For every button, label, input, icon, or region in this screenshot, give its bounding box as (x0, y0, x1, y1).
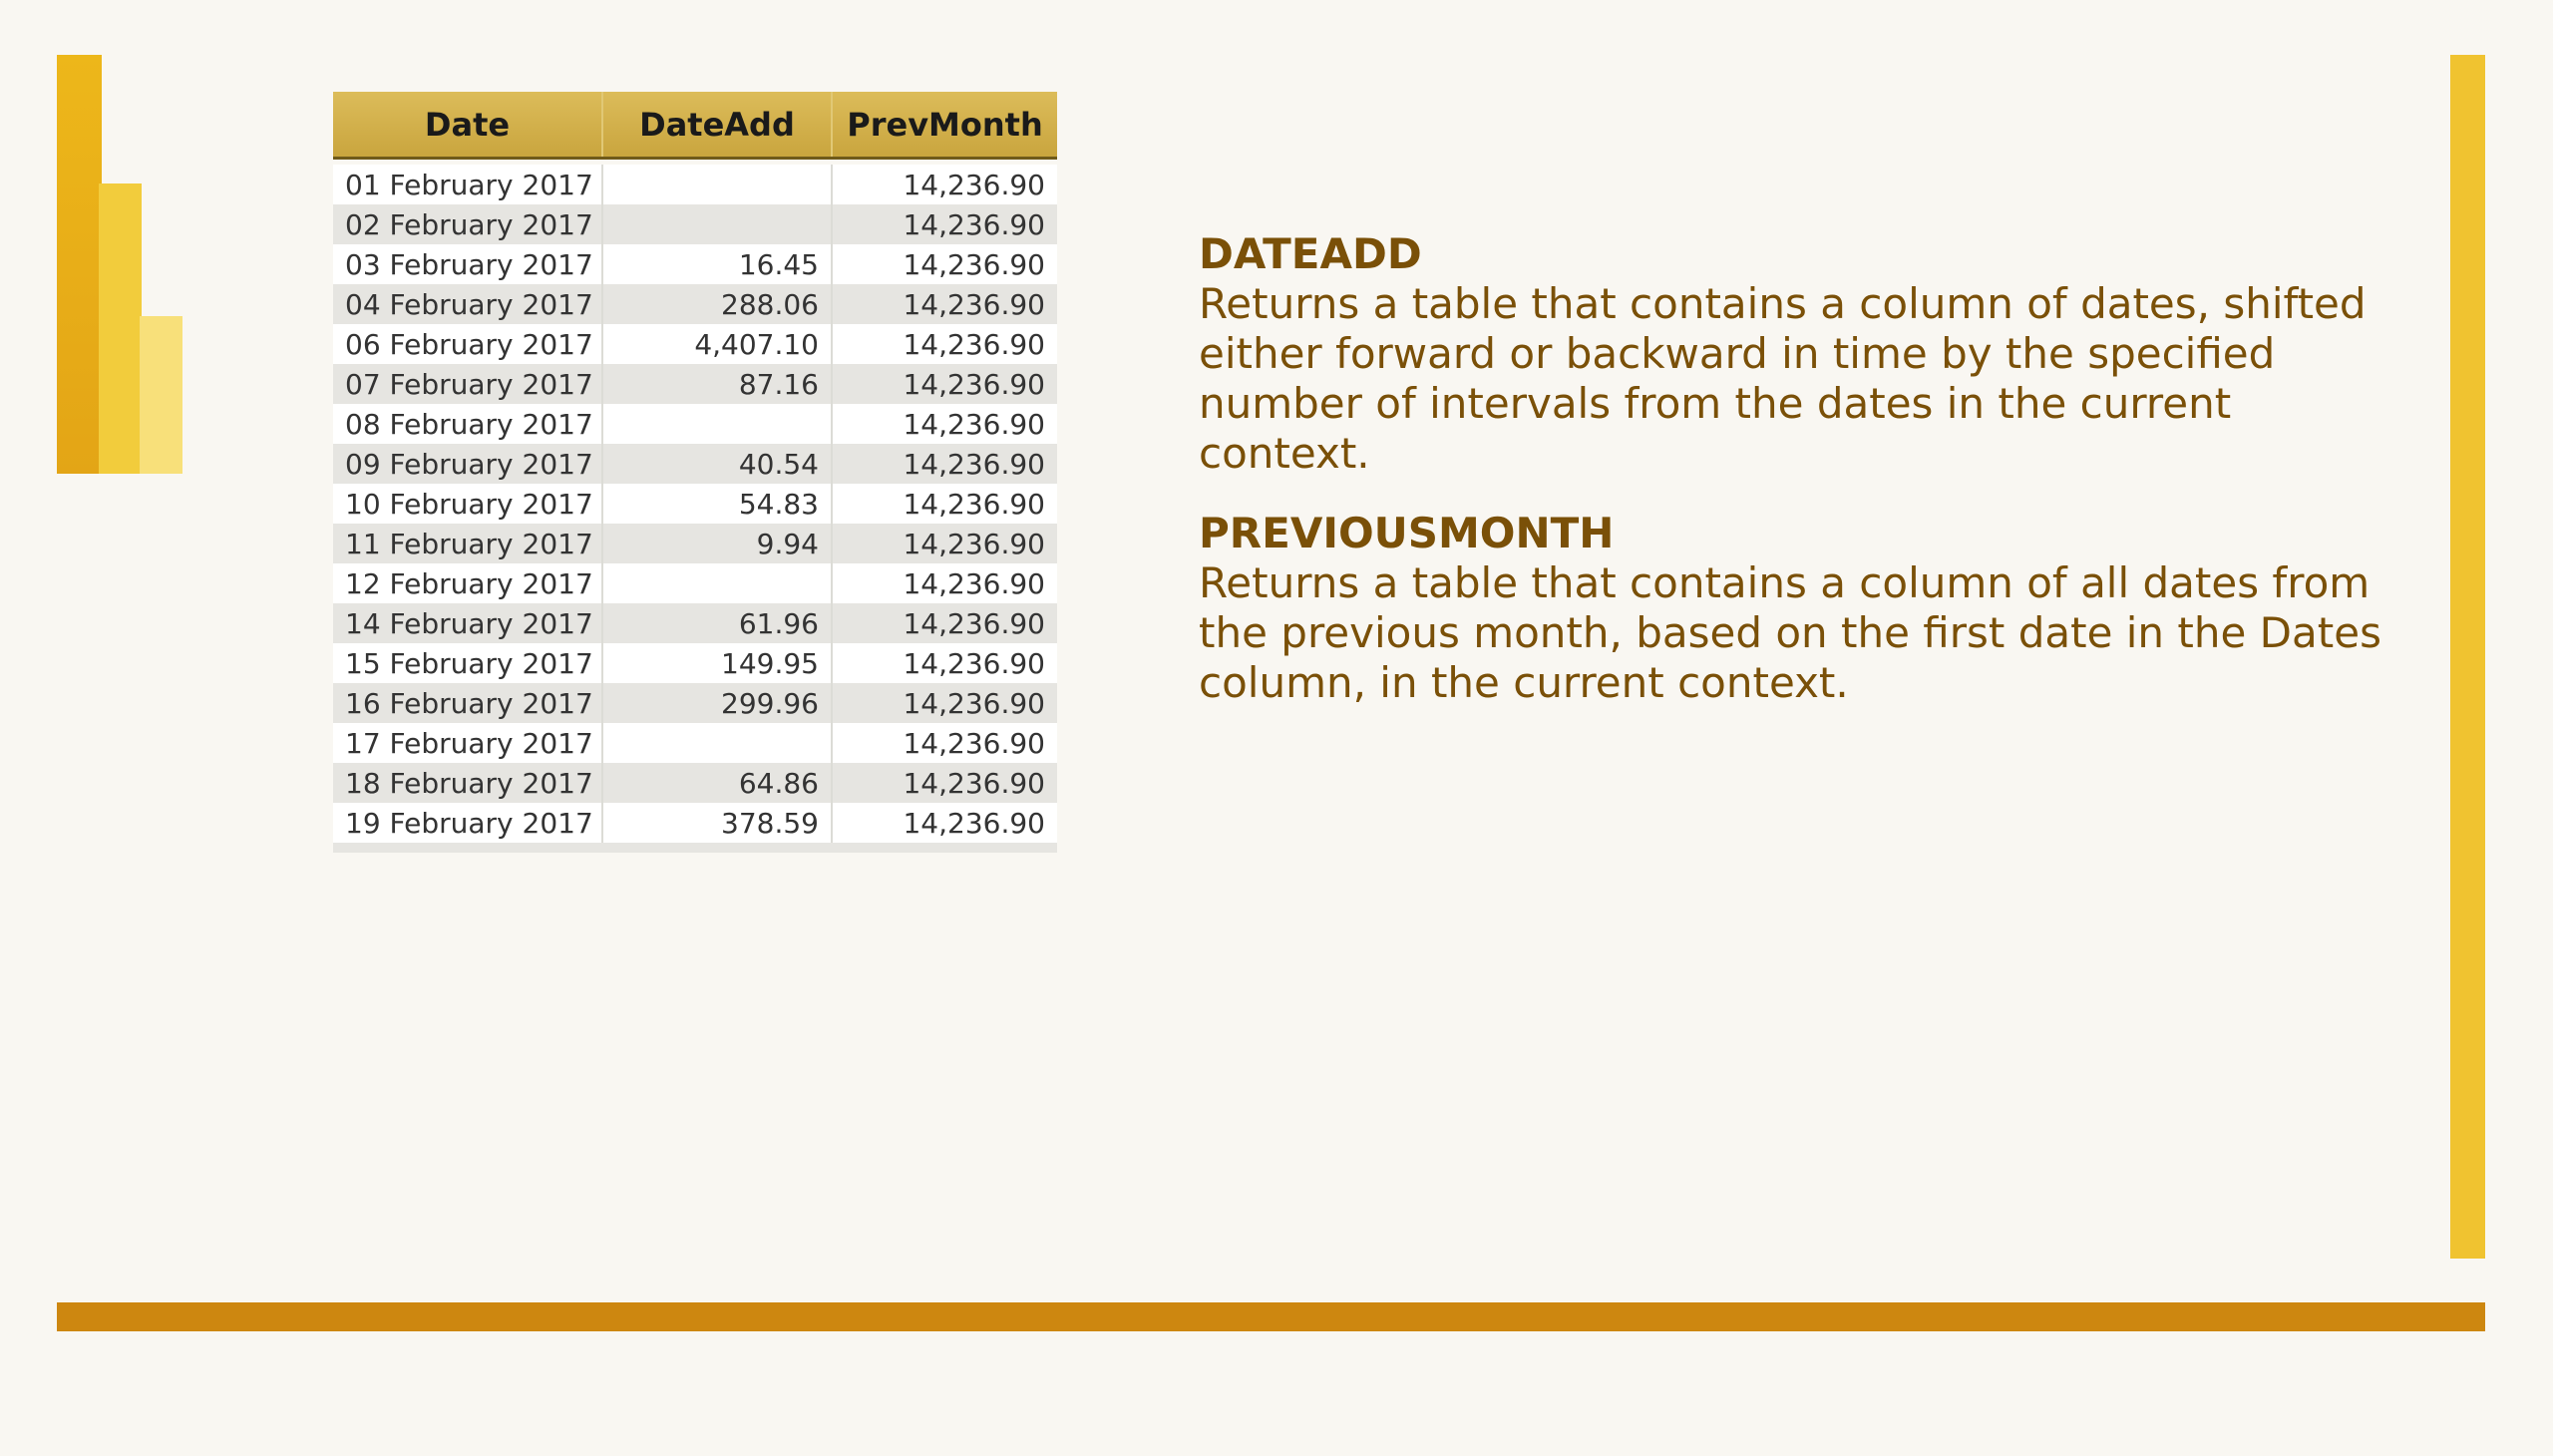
table-row: 10 February 2017 54.83 14,236.90 (333, 484, 1057, 524)
cell-dateadd: 61.96 (602, 603, 833, 643)
table-body: 01 February 2017 14,236.90 02 February 201… (333, 158, 1057, 843)
cell-dateadd (602, 204, 833, 244)
cell-dateadd (602, 723, 833, 763)
cell-dateadd: 299.96 (602, 683, 833, 723)
cell-dateadd: 40.54 (602, 444, 833, 484)
cell-prevmonth: 14,236.90 (832, 444, 1057, 484)
cell-prevmonth: 14,236.90 (832, 683, 1057, 723)
table-footer (333, 843, 1057, 853)
table-row: 07 February 2017 87.16 14,236.90 (333, 364, 1057, 404)
cell-dateadd: 87.16 (602, 364, 833, 404)
table-row: 09 February 2017 40.54 14,236.90 (333, 444, 1057, 484)
cell-dateadd (602, 563, 833, 603)
definition-heading: DATEADD (1199, 229, 1422, 278)
definition-body: Returns a table that contains a column o… (1199, 279, 2367, 478)
table-row: 17 February 2017 14,236.90 (333, 723, 1057, 763)
table-row: 08 February 2017 14,236.90 (333, 404, 1057, 444)
cell-date: 07 February 2017 (333, 364, 603, 404)
table-row: 19 February 2017 378.59 14,236.90 (333, 803, 1057, 843)
cell-prevmonth: 14,236.90 (832, 204, 1057, 244)
cell-dateadd: 288.06 (602, 284, 833, 324)
table-row: 03 February 2017 16.45 14,236.90 (333, 244, 1057, 284)
data-table: Date DateAdd PrevMonth 01 February 2017 1… (333, 92, 1057, 853)
cell-date: 08 February 2017 (333, 404, 603, 444)
definition-dateadd: DATEADD Returns a table that contains a … (1199, 229, 2405, 479)
cell-date: 14 February 2017 (333, 603, 603, 643)
cell-date: 04 February 2017 (333, 284, 603, 324)
cell-dateadd: 54.83 (602, 484, 833, 524)
table-row: 15 February 2017 149.95 14,236.90 (333, 643, 1057, 683)
cell-dateadd: 149.95 (602, 643, 833, 683)
cell-prevmonth: 14,236.90 (832, 165, 1057, 204)
cell-prevmonth: 14,236.90 (832, 643, 1057, 683)
cell-date: 03 February 2017 (333, 244, 603, 284)
table-row: 02 February 2017 14,236.90 (333, 204, 1057, 244)
cell-date: 10 February 2017 (333, 484, 603, 524)
cell-prevmonth: 14,236.90 (832, 603, 1057, 643)
cell-date: 18 February 2017 (333, 763, 603, 803)
table-row: 04 February 2017 288.06 14,236.90 (333, 284, 1057, 324)
cell-dateadd: 4,407.10 (602, 324, 833, 364)
logo-bar-medium (99, 183, 142, 474)
cell-dateadd: 64.86 (602, 763, 833, 803)
column-header-prevmonth[interactable]: PrevMonth (832, 92, 1057, 160)
cell-dateadd (602, 404, 833, 444)
cell-prevmonth: 14,236.90 (832, 364, 1057, 404)
cell-prevmonth: 14,236.90 (832, 404, 1057, 444)
logo-bar-tall (57, 55, 102, 474)
cell-date: 12 February 2017 (333, 563, 603, 603)
right-accent-bar (2450, 55, 2485, 1259)
column-header-dateadd[interactable]: DateAdd (602, 92, 833, 160)
cell-prevmonth: 14,236.90 (832, 484, 1057, 524)
definition-body: Returns a table that contains a column o… (1199, 558, 2381, 707)
cell-prevmonth: 14,236.90 (832, 324, 1057, 364)
table-row: 18 February 2017 64.86 14,236.90 (333, 763, 1057, 803)
cell-date: 01 February 2017 (333, 165, 603, 204)
cell-date: 06 February 2017 (333, 324, 603, 364)
cell-date: 09 February 2017 (333, 444, 603, 484)
cell-date: 02 February 2017 (333, 204, 603, 244)
definitions: DATEADD Returns a table that contains a … (1199, 229, 2405, 708)
table-row: 16 February 2017 299.96 14,236.90 (333, 683, 1057, 723)
logo-bar-short (140, 316, 182, 474)
cell-dateadd: 16.45 (602, 244, 833, 284)
cell-prevmonth: 14,236.90 (832, 803, 1057, 843)
column-header-date[interactable]: Date (333, 92, 603, 160)
cell-prevmonth: 14,236.90 (832, 524, 1057, 563)
cell-prevmonth: 14,236.90 (832, 244, 1057, 284)
cell-dateadd: 9.94 (602, 524, 833, 563)
table-header-row: Date DateAdd PrevMonth (333, 92, 1057, 160)
cell-date: 11 February 2017 (333, 524, 603, 563)
table-row: 12 February 2017 14,236.90 (333, 563, 1057, 603)
cell-prevmonth: 14,236.90 (832, 284, 1057, 324)
definition-heading: PREVIOUSMONTH (1199, 509, 1615, 557)
cell-prevmonth: 14,236.90 (832, 723, 1057, 763)
table-row: 01 February 2017 14,236.90 (333, 165, 1057, 204)
cell-dateadd (602, 165, 833, 204)
table-row: 11 February 2017 9.94 14,236.90 (333, 524, 1057, 563)
logo-bars (0, 0, 199, 479)
table-row: 06 February 2017 4,407.10 14,236.90 (333, 324, 1057, 364)
cell-dateadd: 378.59 (602, 803, 833, 843)
bottom-rule (57, 1302, 2485, 1331)
cell-date: 17 February 2017 (333, 723, 603, 763)
cell-date: 16 February 2017 (333, 683, 603, 723)
cell-date: 15 February 2017 (333, 643, 603, 683)
table-row: 14 February 2017 61.96 14,236.90 (333, 603, 1057, 643)
cell-prevmonth: 14,236.90 (832, 563, 1057, 603)
definition-previousmonth: PREVIOUSMONTH Returns a table that conta… (1199, 509, 2405, 708)
cell-date: 19 February 2017 (333, 803, 603, 843)
cell-prevmonth: 14,236.90 (832, 763, 1057, 803)
